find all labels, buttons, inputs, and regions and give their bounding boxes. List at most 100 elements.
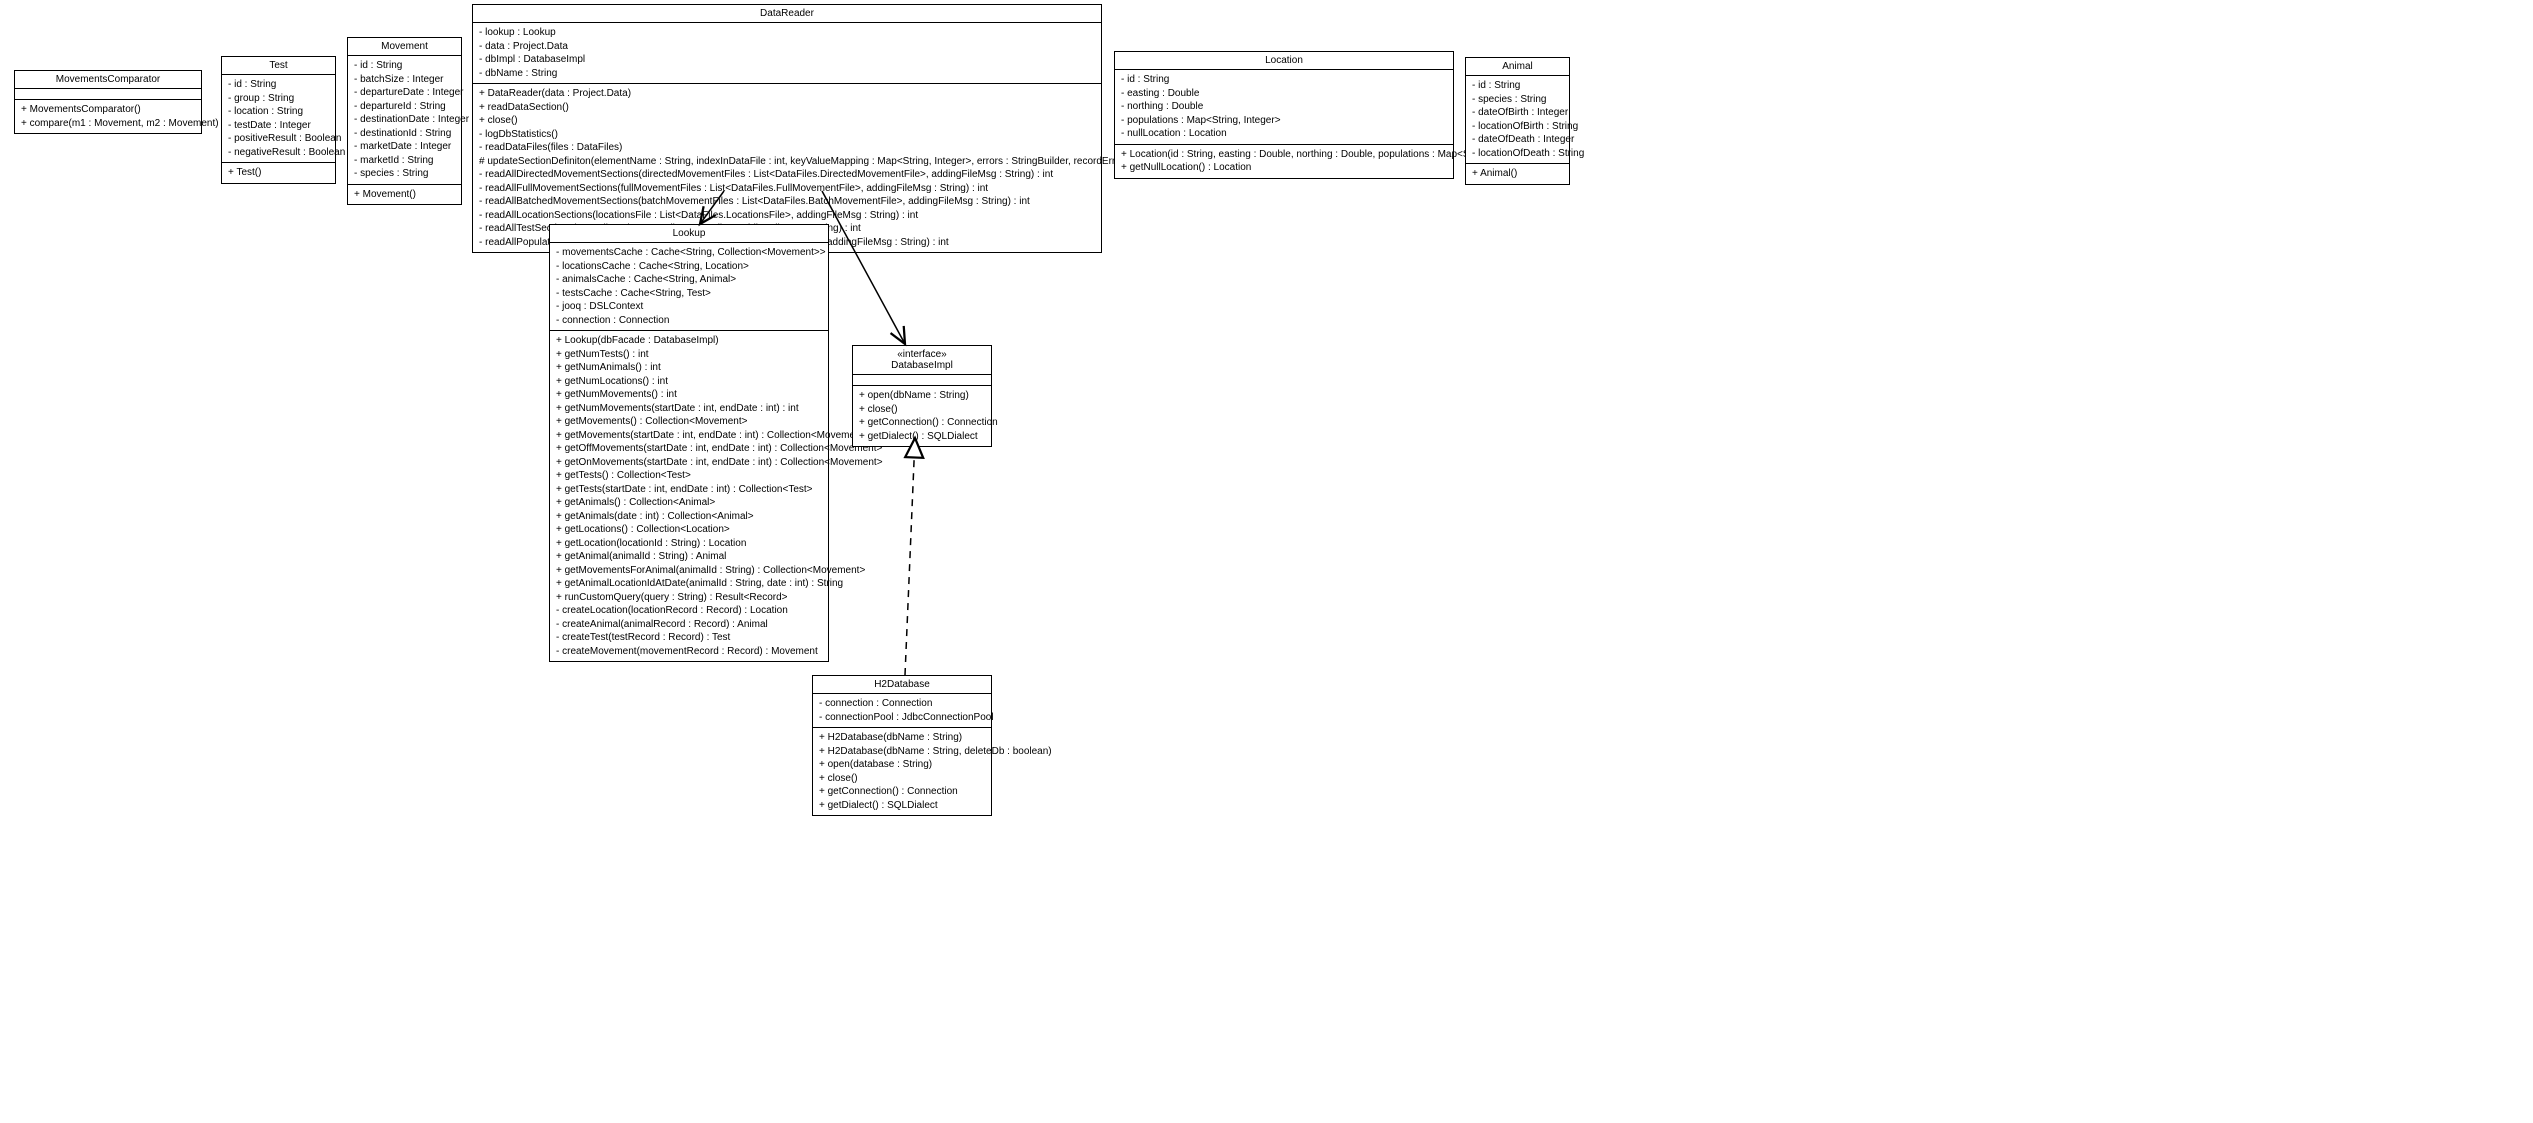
- attr: - group : String: [228, 92, 329, 106]
- op: + getAnimal(animalId : String) : Animal: [556, 550, 822, 564]
- class-location: Location - id : String - easting : Doubl…: [1114, 51, 1454, 179]
- op: - createAnimal(animalRecord : Record) : …: [556, 618, 822, 632]
- op: + runCustomQuery(query : String) : Resul…: [556, 591, 822, 605]
- attr: - lookup : Lookup: [479, 26, 1095, 40]
- attr: - populations : Map<String, Integer>: [1121, 114, 1447, 128]
- class-title: MovementsComparator: [15, 71, 201, 89]
- attrs-section: - movementsCache : Cache<String, Collect…: [550, 243, 828, 331]
- op: - createTest(testRecord : Record) : Test: [556, 631, 822, 645]
- attr: - species : String: [354, 167, 455, 181]
- attr: - marketId : String: [354, 154, 455, 168]
- attr: - dateOfDeath : Integer: [1472, 133, 1563, 147]
- op: + getTests(startDate : int, endDate : in…: [556, 483, 822, 497]
- op: + getConnection() : Connection: [859, 416, 985, 430]
- attr: - departureDate : Integer: [354, 86, 455, 100]
- class-animal: Animal - id : String - species : String …: [1465, 57, 1570, 185]
- op: + close(): [819, 772, 985, 786]
- attrs-section: - lookup : Lookup - data : Project.Data …: [473, 23, 1101, 84]
- attr: - destinationDate : Integer: [354, 113, 455, 127]
- op: + getNumLocations() : int: [556, 375, 822, 389]
- attr: - positiveResult : Boolean: [228, 132, 329, 146]
- ops-section: + Animal(): [1466, 164, 1569, 184]
- class-title: H2Database: [813, 676, 991, 694]
- class-database-impl: «interface» DatabaseImpl + open(dbName :…: [852, 345, 992, 447]
- class-movement: Movement - id : String - batchSize : Int…: [347, 37, 462, 205]
- attr: - data : Project.Data: [479, 40, 1095, 54]
- op: + Location(id : String, easting : Double…: [1121, 148, 1447, 162]
- op: + open(dbName : String): [859, 389, 985, 403]
- attr: - id : String: [228, 78, 329, 92]
- attr: - nullLocation : Location: [1121, 127, 1447, 141]
- op: + getMovements(startDate : int, endDate …: [556, 429, 822, 443]
- op: + getOnMovements(startDate : int, endDat…: [556, 456, 822, 470]
- op: - readDataFiles(files : DataFiles): [479, 141, 1095, 155]
- ops-section: + MovementsComparator() + compare(m1 : M…: [15, 100, 201, 133]
- ops-section: + Lookup(dbFacade : DatabaseImpl) + getN…: [550, 331, 828, 661]
- attrs-section: - id : String - species : String - dateO…: [1466, 76, 1569, 164]
- attr: - id : String: [354, 59, 455, 73]
- op: - logDbStatistics(): [479, 128, 1095, 142]
- op: + DataReader(data : Project.Data): [479, 87, 1095, 101]
- attrs-section: - connection : Connection - connectionPo…: [813, 694, 991, 728]
- attr: - id : String: [1472, 79, 1563, 93]
- op: + Animal(): [1472, 167, 1563, 181]
- op: + getNullLocation() : Location: [1121, 161, 1447, 175]
- op: + readDataSection(): [479, 101, 1095, 115]
- attr: - locationOfBirth : String: [1472, 120, 1563, 134]
- op: - readAllBatchedMovementSections(batchMo…: [479, 195, 1095, 209]
- attr: - location : String: [228, 105, 329, 119]
- class-data-reader: DataReader - lookup : Lookup - data : Pr…: [472, 4, 1102, 253]
- class-title: Movement: [348, 38, 461, 56]
- attr: - id : String: [1121, 73, 1447, 87]
- op: - readAllLocationSections(locationsFile …: [479, 209, 1095, 223]
- op: - readAllDirectedMovementSections(direct…: [479, 168, 1095, 182]
- class-title: DatabaseImpl: [853, 360, 991, 375]
- op: + getMovements() : Collection<Movement>: [556, 415, 822, 429]
- attr: - animalsCache : Cache<String, Animal>: [556, 273, 822, 287]
- op: + close(): [479, 114, 1095, 128]
- attr: - jooq : DSLContext: [556, 300, 822, 314]
- op: + open(database : String): [819, 758, 985, 772]
- attr: - testDate : Integer: [228, 119, 329, 133]
- attrs-section: [853, 375, 991, 386]
- op: + getTests() : Collection<Test>: [556, 469, 822, 483]
- op: - createMovement(movementRecord : Record…: [556, 645, 822, 659]
- op: + Movement(): [354, 188, 455, 202]
- attr: - locationOfDeath : String: [1472, 147, 1563, 161]
- op: - createLocation(locationRecord : Record…: [556, 604, 822, 618]
- op: + close(): [859, 403, 985, 417]
- class-h2-database: H2Database - connection : Connection - c…: [812, 675, 992, 816]
- op: + getDialect() : SQLDialect: [859, 430, 985, 444]
- attr: - dbImpl : DatabaseImpl: [479, 53, 1095, 67]
- attr: - dateOfBirth : Integer: [1472, 106, 1563, 120]
- op: + getAnimals() : Collection<Animal>: [556, 496, 822, 510]
- op: + getNumMovements() : int: [556, 388, 822, 402]
- op: # updateSectionDefiniton(elementName : S…: [479, 155, 1095, 169]
- class-movements-comparator: MovementsComparator + MovementsComparato…: [14, 70, 202, 134]
- class-title: Test: [222, 57, 335, 75]
- edge-h2database-databaseimpl: [905, 438, 915, 675]
- op: + H2Database(dbName : String): [819, 731, 985, 745]
- ops-section: + H2Database(dbName : String) + H2Databa…: [813, 728, 991, 815]
- op: + getLocation(locationId : String) : Loc…: [556, 537, 822, 551]
- op: + MovementsComparator(): [21, 103, 195, 117]
- class-title: Animal: [1466, 58, 1569, 76]
- op: + getNumAnimals() : int: [556, 361, 822, 375]
- op: + getOffMovements(startDate : int, endDa…: [556, 442, 822, 456]
- op: + Lookup(dbFacade : DatabaseImpl): [556, 334, 822, 348]
- attrs-section: [15, 89, 201, 100]
- ops-section: + open(dbName : String) + close() + getC…: [853, 386, 991, 446]
- op: - readAllFullMovementSections(fullMoveme…: [479, 182, 1095, 196]
- class-stereotype: «interface»: [853, 346, 991, 360]
- op: + compare(m1 : Movement, m2 : Movement) …: [21, 117, 195, 131]
- op: + H2Database(dbName : String, deleteDb :…: [819, 745, 985, 759]
- attr: - species : String: [1472, 93, 1563, 107]
- attr: - easting : Double: [1121, 87, 1447, 101]
- attrs-section: - id : String - group : String - locatio…: [222, 75, 335, 163]
- class-test: Test - id : String - group : String - lo…: [221, 56, 336, 184]
- attr: - connectionPool : JdbcConnectionPool: [819, 711, 985, 725]
- class-title: DataReader: [473, 5, 1101, 23]
- class-lookup: Lookup - movementsCache : Cache<String, …: [549, 224, 829, 662]
- attr: - connection : Connection: [556, 314, 822, 328]
- attr: - movementsCache : Cache<String, Collect…: [556, 246, 822, 260]
